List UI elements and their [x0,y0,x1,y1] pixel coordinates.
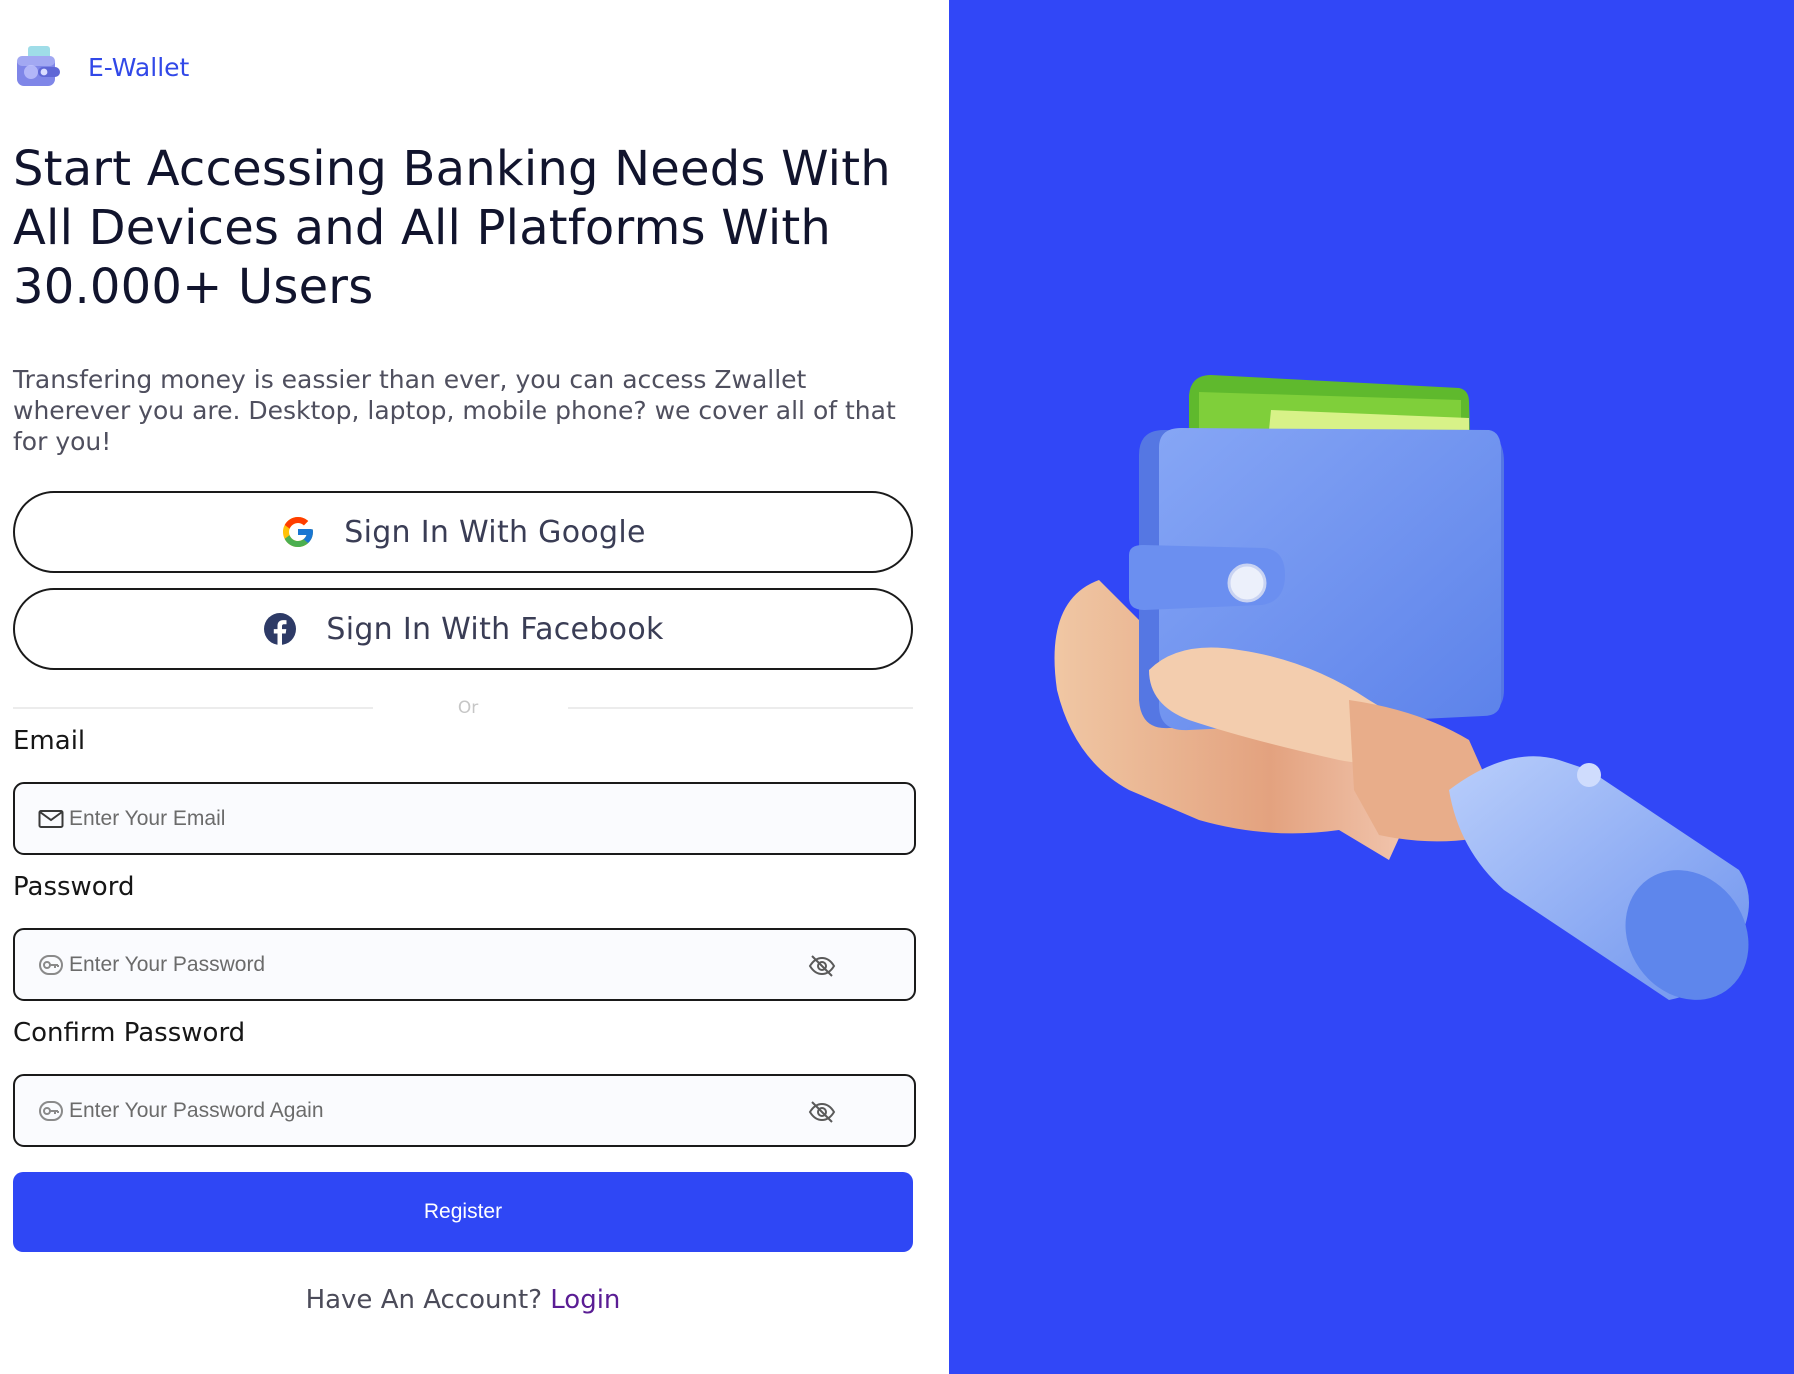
facebook-icon [264,613,297,645]
facebook-button-label: Sign In With Facebook [326,611,664,647]
register-page: E-Wallet Start Accessing Banking Needs W… [0,0,1794,1374]
google-button-label: Sign In With Google [344,514,646,550]
page-description: Transfering money is eassier than ever, … [13,365,896,456]
mail-icon [38,809,64,828]
brand-name: E-Wallet [88,52,190,82]
password-field[interactable] [13,928,916,1001]
hero-panel [949,0,1794,1374]
eye-off-icon[interactable] [808,952,836,980]
brand[interactable]: E-Wallet [14,42,189,92]
confirm-password-field[interactable] [13,1074,916,1147]
hand-holding-wallet-icon [1054,375,1749,1000]
facebook-sign-in-button[interactable]: Sign In With Facebook [13,588,913,670]
key-icon [39,1100,63,1121]
password-input[interactable] [69,944,789,985]
eye-off-icon[interactable] [808,1098,836,1126]
page-title: Start Accessing Banking Needs With All D… [13,141,891,315]
register-button[interactable]: Register [13,1172,913,1252]
confirm-password-label: Confirm Password [13,1018,246,1048]
password-label: Password [13,872,135,902]
or-divider: Or [13,698,913,718]
confirm-password-input[interactable] [69,1090,789,1131]
key-icon [39,954,63,975]
wallet-icon [17,46,60,86]
email-input[interactable] [69,798,789,839]
login-prompt: Have An Account? Login [13,1285,913,1315]
login-prompt-text: Have An Account? [305,1285,542,1315]
login-link[interactable]: Login [550,1285,620,1315]
divider-text: Or [457,698,479,718]
email-field[interactable] [13,782,916,855]
google-sign-in-button[interactable]: Sign In With Google [13,491,913,573]
email-label: Email [13,726,86,756]
register-panel: E-Wallet Start Accessing Banking Needs W… [0,0,949,1374]
google-icon [283,517,314,547]
